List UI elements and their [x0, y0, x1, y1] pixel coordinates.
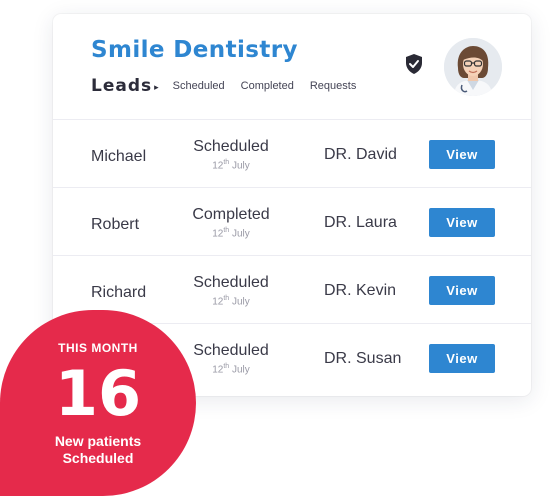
- appointment-status: Completed 12th July: [171, 206, 291, 239]
- tab-scheduled[interactable]: Scheduled: [173, 80, 225, 92]
- appointment-status: Scheduled 12th July: [171, 274, 291, 307]
- patient-name: Michael: [91, 148, 147, 165]
- view-button[interactable]: View: [429, 276, 495, 305]
- shield-check-icon: [406, 54, 422, 74]
- patient-name: Richard: [91, 284, 147, 301]
- appointment-date: 12th July: [212, 227, 250, 240]
- doctor-name: DR. David: [324, 146, 397, 163]
- badge-caption: New patients Scheduled: [0, 433, 196, 467]
- monthly-stat-badge: THIS MONTH 16 New patients Scheduled: [0, 310, 196, 496]
- doctor-avatar[interactable]: [444, 38, 502, 96]
- appointment-status: Scheduled 12th July: [171, 138, 291, 171]
- leads-label[interactable]: Leads: [91, 76, 152, 96]
- table-row: Robert Completed 12th July DR. Laura Vie…: [53, 188, 531, 256]
- card-header: Smile Dentistry Leads ▸ Scheduled Comple…: [53, 14, 531, 120]
- caret-right-icon: ▸: [154, 81, 159, 92]
- patient-name: Robert: [91, 216, 140, 233]
- table-row: Michael Scheduled 12th July DR. David Vi…: [53, 120, 531, 188]
- doctor-name: DR. Kevin: [324, 282, 397, 299]
- doctor-name: DR. Susan: [324, 350, 402, 367]
- status-text: Scheduled: [193, 138, 269, 155]
- badge-count: 16: [54, 357, 142, 430]
- appointment-date: 12th July: [212, 159, 250, 172]
- appointment-date: 12th July: [212, 295, 250, 308]
- status-text: Completed: [192, 206, 270, 223]
- badge-caption-line1: New patients: [54, 433, 142, 449]
- brand-title: Smile Dentistry: [91, 37, 298, 63]
- tab-completed[interactable]: Completed: [241, 80, 294, 92]
- view-button[interactable]: View: [429, 140, 495, 169]
- status-text: Scheduled: [193, 274, 269, 291]
- view-button[interactable]: View: [429, 208, 495, 237]
- tab-requests[interactable]: Requests: [310, 80, 356, 92]
- doctor-name: DR. Laura: [324, 214, 397, 231]
- view-button[interactable]: View: [429, 344, 495, 373]
- badge-caption-line2: Scheduled: [62, 450, 134, 466]
- leads-nav: Leads ▸ Scheduled Completed Requests: [91, 76, 372, 96]
- badge-label: THIS MONTH: [58, 341, 138, 355]
